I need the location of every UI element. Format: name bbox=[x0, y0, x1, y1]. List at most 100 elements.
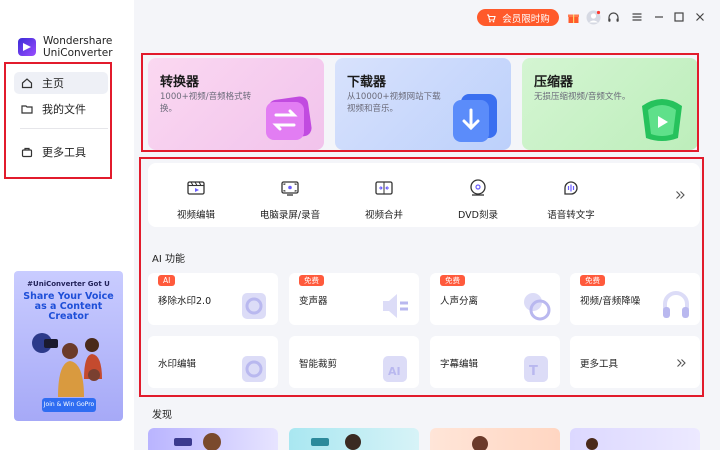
ai-card-watermark-edit[interactable]: 水印编辑 bbox=[148, 336, 278, 388]
discover-thumbnail bbox=[586, 438, 598, 450]
promo-join-button[interactable]: Join & Win GoPro bbox=[42, 398, 96, 412]
member-purchase-label: 会员限时购 bbox=[502, 13, 550, 25]
promo-tag: #UniConverter Got U bbox=[27, 280, 110, 288]
ai-card-label: 视频/音频降噪 bbox=[580, 296, 641, 307]
tools-more-chevron-icon[interactable] bbox=[672, 187, 688, 203]
home-icon bbox=[20, 76, 34, 90]
subtitle-edit-icon: T bbox=[524, 356, 548, 382]
app-name-line1: Wondershare bbox=[43, 35, 113, 47]
discover-thumbnail bbox=[311, 434, 361, 450]
free-badge: 免费 bbox=[299, 275, 324, 286]
sidebar-item-home[interactable]: 主页 bbox=[14, 72, 108, 94]
tool-label: 语音转文字 bbox=[547, 210, 595, 221]
ai-card-label: 水印编辑 bbox=[158, 359, 197, 370]
discover-card[interactable] bbox=[430, 428, 560, 450]
sidebar-item-label: 我的文件 bbox=[42, 103, 86, 116]
promo-title: Share Your Voice as a Content Creator bbox=[23, 291, 114, 322]
converter-card[interactable]: 转换器 1000+视频/音频格式转换。 bbox=[148, 58, 324, 150]
ai-badge: AI bbox=[158, 275, 176, 286]
discover-card[interactable] bbox=[148, 428, 278, 450]
svg-text:AI: AI bbox=[388, 365, 401, 378]
app-name-line2: UniConverter bbox=[43, 47, 113, 59]
sidebar-item-my-files[interactable]: 我的文件 bbox=[14, 98, 108, 120]
ai-card-voice-changer[interactable]: 免费 变声器 bbox=[289, 273, 419, 325]
promo-illustration bbox=[32, 333, 102, 397]
video-edit-icon bbox=[185, 177, 207, 199]
ai-card-label: 变声器 bbox=[299, 296, 328, 307]
headset-icon[interactable] bbox=[605, 9, 621, 25]
compressor-icon bbox=[642, 99, 682, 141]
ai-section-title: AI 功能 bbox=[152, 254, 185, 265]
uniconverter-logo-icon bbox=[18, 38, 36, 56]
vocal-separate-icon bbox=[524, 293, 551, 321]
sidebar: Wondershare UniConverter 主页 我的文件 更多工具 #U… bbox=[0, 0, 134, 450]
screen-record-icon bbox=[279, 177, 301, 199]
tool-screen-record[interactable]: 电脑录屏/录音 bbox=[250, 177, 330, 221]
ai-card-more-tools[interactable]: 更多工具 bbox=[570, 336, 700, 388]
watermark-remove-icon bbox=[242, 293, 266, 319]
compressor-card[interactable]: 压缩器 无损压缩视频/音频文件。 bbox=[522, 58, 698, 150]
menu-icon[interactable] bbox=[629, 9, 645, 25]
app-logo: Wondershare UniConverter bbox=[18, 35, 113, 59]
sidebar-item-label: 更多工具 bbox=[42, 146, 86, 159]
discover-card[interactable] bbox=[289, 428, 419, 450]
svg-text:T: T bbox=[529, 364, 538, 379]
tool-dvd-burn[interactable]: DVD刻录 bbox=[438, 177, 518, 221]
dvd-icon bbox=[467, 177, 489, 199]
ai-card-label: 更多工具 bbox=[580, 359, 619, 370]
member-purchase-button[interactable]: 会员限时购 bbox=[477, 9, 559, 26]
close-icon[interactable] bbox=[692, 9, 708, 25]
tool-speech-to-text[interactable]: 语音转文字 bbox=[531, 177, 611, 221]
noise-reduction-icon bbox=[663, 291, 689, 318]
sidebar-nav: 主页 我的文件 更多工具 bbox=[14, 72, 108, 167]
speech-to-text-icon bbox=[560, 177, 582, 199]
card-title: 压缩器 bbox=[534, 75, 574, 90]
tool-video-merge[interactable]: 视频合并 bbox=[344, 177, 424, 221]
converter-icon bbox=[266, 96, 312, 140]
avatar-icon[interactable] bbox=[585, 9, 601, 25]
card-description: 从10000+视频网站下载视频和音乐。 bbox=[347, 92, 441, 114]
discover-section-title: 发现 bbox=[152, 410, 172, 421]
free-badge: 免费 bbox=[580, 275, 605, 286]
tool-label: DVD刻录 bbox=[458, 210, 498, 221]
ai-card-remove-watermark[interactable]: AI 移除水印2.0 bbox=[148, 273, 278, 325]
sidebar-item-more-tools[interactable]: 更多工具 bbox=[14, 141, 108, 163]
smart-crop-icon: AI bbox=[383, 356, 407, 382]
tools-panel: 视频编辑 电脑录屏/录音 视频合并 DVD刻录 语音转文字 bbox=[148, 163, 700, 227]
merge-icon bbox=[373, 177, 395, 199]
card-description: 无损压缩视频/音频文件。 bbox=[534, 92, 631, 102]
card-title: 下载器 bbox=[347, 75, 387, 90]
folder-icon bbox=[20, 102, 34, 116]
ai-card-label: 移除水印2.0 bbox=[158, 296, 212, 307]
card-title: 转换器 bbox=[160, 75, 200, 90]
minimize-icon[interactable] bbox=[651, 9, 667, 25]
discover-card[interactable] bbox=[570, 428, 700, 450]
tool-label: 视频编辑 bbox=[176, 210, 215, 221]
ai-card-label: 智能裁剪 bbox=[299, 359, 338, 370]
tool-video-edit[interactable]: 视频编辑 bbox=[156, 177, 236, 221]
ai-card-label: 字幕编辑 bbox=[440, 359, 479, 370]
ai-card-noise-reduction[interactable]: 免费 视频/音频降噪 bbox=[570, 273, 700, 325]
sidebar-divider bbox=[20, 128, 108, 129]
gift-icon[interactable] bbox=[565, 9, 581, 25]
discover-thumbnail bbox=[472, 436, 488, 450]
sidebar-item-label: 主页 bbox=[42, 77, 64, 90]
free-badge: 免费 bbox=[440, 275, 465, 286]
maximize-icon[interactable] bbox=[671, 9, 687, 25]
downloader-card[interactable]: 下载器 从10000+视频网站下载视频和音乐。 bbox=[335, 58, 511, 150]
card-description: 1000+视频/音频格式转换。 bbox=[160, 92, 252, 114]
tool-label: 视频合并 bbox=[364, 210, 403, 221]
tool-label: 电脑录屏/录音 bbox=[259, 210, 321, 221]
ai-card-label: 人声分离 bbox=[440, 296, 479, 307]
downloader-icon bbox=[453, 94, 497, 142]
toolbox-icon bbox=[20, 145, 34, 159]
promo-banner[interactable]: #UniConverter Got U Share Your Voice as … bbox=[14, 271, 123, 421]
watermark-edit-icon bbox=[242, 356, 266, 382]
ai-card-smart-crop[interactable]: 智能裁剪 AI bbox=[289, 336, 419, 388]
cart-icon bbox=[486, 13, 496, 23]
voice-changer-icon bbox=[383, 294, 408, 318]
ai-card-subtitle-edit[interactable]: 字幕编辑 T bbox=[430, 336, 560, 388]
discover-thumbnail bbox=[174, 433, 221, 450]
ai-card-vocal-separate[interactable]: 免费 人声分离 bbox=[430, 273, 560, 325]
chevron-right-icon bbox=[674, 356, 688, 370]
